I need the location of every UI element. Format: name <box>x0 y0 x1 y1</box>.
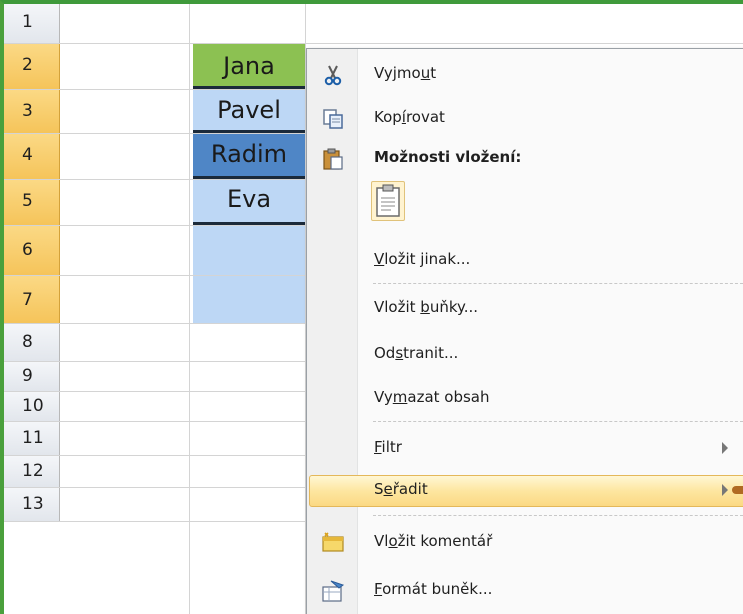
menu-item-insert-cells[interactable]: Vložit buňky... <box>307 289 743 329</box>
submenu-arrow-icon <box>722 442 728 454</box>
cell-jana[interactable]: Jana <box>193 44 305 89</box>
cell-empty[interactable] <box>193 276 305 323</box>
scissors-icon <box>321 63 345 87</box>
row-header[interactable]: 5 <box>4 180 60 225</box>
menu-separator <box>373 515 743 516</box>
copy-icon <box>321 107 345 131</box>
menu-section-header: Možnosti vložení: <box>374 148 522 166</box>
row-header[interactable]: 2 <box>4 44 60 89</box>
menu-item-sort[interactable]: Seřadit <box>307 471 743 511</box>
row-header[interactable]: 4 <box>4 134 60 179</box>
cell-empty[interactable] <box>193 226 305 275</box>
menu-separator <box>373 283 743 284</box>
menu-label: Vyjmout <box>374 64 437 82</box>
menu-label: Seřadit <box>374 480 428 498</box>
cell-eva[interactable]: Eva <box>193 180 305 225</box>
menu-item-copy[interactable]: Kopírovat <box>307 99 743 139</box>
menu-item-insert-comment[interactable]: Vložit komentář <box>307 523 743 563</box>
clipboard-icon <box>376 184 400 217</box>
paste-button[interactable] <box>371 181 405 221</box>
menu-item-cut[interactable]: Vyjmout <box>307 55 743 95</box>
menu-separator <box>373 421 743 422</box>
menu-item-delete[interactable]: Odstranit... <box>307 335 743 375</box>
menu-label: Vložit jinak... <box>374 250 471 268</box>
menu-label: Vymazat obsah <box>374 388 490 406</box>
menu-label: Odstranit... <box>374 344 459 362</box>
spreadsheet[interactable]: 1 2 Jana 3 Pavel 4 Radim 5 Eva 6 7 8 9 1… <box>0 0 743 614</box>
menu-item-format-cells[interactable]: Formát buněk... <box>307 571 743 611</box>
clipboard-icon <box>321 147 345 171</box>
row-header[interactable]: 13 <box>4 488 60 521</box>
context-menu[interactable]: Vyjmout Kopírovat Možnosti vložení: Vlož… <box>306 48 743 614</box>
menu-label: Formát buněk... <box>374 580 493 598</box>
cell-pavel[interactable]: Pavel <box>193 90 305 133</box>
row-header[interactable]: 8 <box>4 324 60 361</box>
row-header[interactable]: 11 <box>4 422 60 455</box>
format-cells-icon <box>321 579 345 603</box>
row-header[interactable]: 12 <box>4 456 60 487</box>
menu-item-paste-options: Možnosti vložení: <box>307 139 743 179</box>
cell-radim[interactable]: Radim <box>193 134 305 179</box>
row-header[interactable]: 7 <box>4 276 60 323</box>
row-1[interactable]: 1 <box>4 4 743 44</box>
pointer-arrow-icon <box>732 486 743 494</box>
menu-label: Vložit komentář <box>374 532 493 550</box>
menu-label: Vložit buňky... <box>374 298 479 316</box>
row-header[interactable]: 9 <box>4 362 60 391</box>
row-header[interactable]: 1 <box>4 4 60 43</box>
menu-item-clear-contents[interactable]: Vymazat obsah <box>307 379 743 419</box>
row-header[interactable]: 6 <box>4 226 60 275</box>
menu-label: Filtr <box>374 438 402 456</box>
menu-label: Kopírovat <box>374 108 445 126</box>
comment-icon <box>321 531 345 555</box>
row-header[interactable]: 3 <box>4 90 60 133</box>
menu-item-filter[interactable]: Filtr <box>307 429 743 469</box>
menu-item-paste-special[interactable]: Vložit jinak... <box>307 241 743 281</box>
submenu-arrow-icon <box>722 484 728 496</box>
row-header[interactable]: 10 <box>4 392 60 421</box>
